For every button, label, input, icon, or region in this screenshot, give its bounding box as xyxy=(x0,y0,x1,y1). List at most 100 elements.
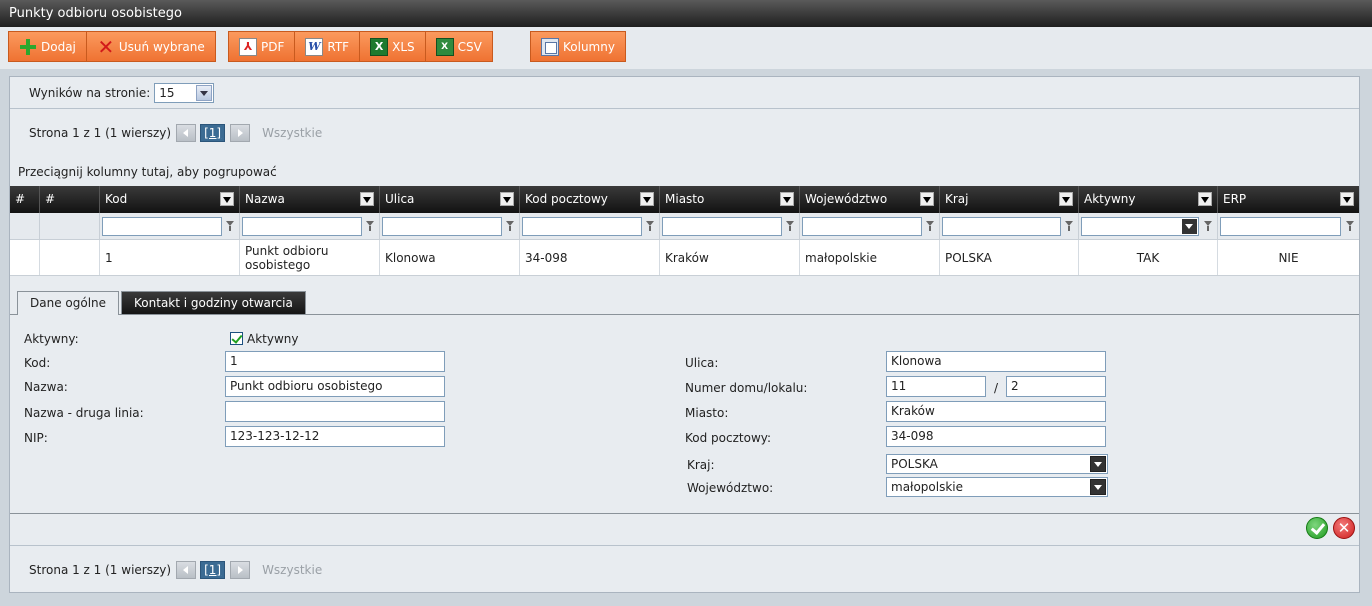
column-header-miasto[interactable]: Miasto xyxy=(660,186,800,213)
kod-field[interactable]: 1 xyxy=(225,351,445,372)
nazwa2-field[interactable] xyxy=(225,401,445,422)
column-header-ulica[interactable]: Ulica xyxy=(380,186,520,213)
column-menu-icon[interactable] xyxy=(1059,192,1073,206)
filter-cell-kod xyxy=(100,213,240,239)
filter-icon[interactable] xyxy=(366,221,375,232)
column-header-kod-pocztowy[interactable]: Kod pocztowy xyxy=(520,186,660,213)
filter-icon[interactable] xyxy=(1065,221,1074,232)
grid-panel: Wyników na stronie: 15 Strona 1 z 1 (1 w… xyxy=(9,76,1360,593)
miasto-field[interactable]: Kraków xyxy=(886,401,1106,422)
prev-page-button[interactable] xyxy=(176,561,197,579)
pager-info: Strona 1 z 1 (1 wierszy) xyxy=(29,126,172,140)
filter-icon[interactable] xyxy=(226,221,235,232)
add-button[interactable]: Dodaj xyxy=(9,32,87,61)
next-page-button[interactable] xyxy=(230,561,251,579)
filter-input-kod[interactable] xyxy=(102,217,222,236)
column-menu-icon[interactable] xyxy=(920,192,934,206)
filter-input-wojewodztwo[interactable] xyxy=(802,217,922,236)
aktywny-checkbox[interactable] xyxy=(230,332,243,345)
current-page-link[interactable]: [1] xyxy=(200,561,226,579)
pager-info: Strona 1 z 1 (1 wierszy) xyxy=(29,563,172,577)
wojewodztwo-select[interactable]: małopolskie xyxy=(886,477,1108,497)
filter-input-kod-pocztowy[interactable] xyxy=(522,217,642,236)
tab-contact[interactable]: Kontakt i godziny otwarcia xyxy=(121,291,306,314)
column-menu-icon[interactable] xyxy=(360,192,374,206)
ulica-field[interactable]: Klonowa xyxy=(886,351,1106,372)
delete-selected-label: Usuń wybrane xyxy=(118,39,205,54)
next-page-button[interactable] xyxy=(230,124,251,142)
export-xls-button[interactable]: X XLS xyxy=(360,32,426,61)
tab-general[interactable]: Dane ogólne xyxy=(17,291,120,315)
export-pdf-button[interactable]: ⅄ PDF xyxy=(229,32,296,61)
numer-lokalu-field[interactable]: 2 xyxy=(1006,376,1106,397)
filter-input-miasto[interactable] xyxy=(662,217,782,236)
delete-selected-button[interactable]: ✕ Usuń wybrane xyxy=(87,32,215,61)
table-row[interactable]: 1 Punkt odbioru osobistego Klonowa 34-09… xyxy=(10,240,1359,276)
column-menu-icon[interactable] xyxy=(1198,192,1212,206)
nazwa-field[interactable]: Punkt odbioru osobistego xyxy=(225,376,445,397)
chevron-down-icon xyxy=(1182,219,1197,234)
column-header-select: # xyxy=(10,186,40,213)
filter-input-kraj[interactable] xyxy=(942,217,1061,236)
cell-nazwa: Punkt odbioru osobistego xyxy=(240,240,380,275)
filter-input-ulica[interactable] xyxy=(382,217,502,236)
kraj-value: POLSKA xyxy=(891,457,938,471)
column-header-aktywny[interactable]: Aktywny xyxy=(1079,186,1218,213)
filter-cell-kraj xyxy=(940,213,1079,239)
cell-kraj: POLSKA xyxy=(940,240,1079,275)
column-menu-icon[interactable] xyxy=(500,192,514,206)
pdf-icon: ⅄ xyxy=(239,37,257,56)
filter-icon[interactable] xyxy=(646,221,655,232)
column-menu-icon[interactable] xyxy=(640,192,654,206)
kod-pocztowy-field[interactable]: 34-098 xyxy=(886,426,1106,447)
column-header-nazwa[interactable]: Nazwa xyxy=(240,186,380,213)
xls-icon: X xyxy=(370,37,389,56)
show-all-link[interactable]: Wszystkie xyxy=(262,126,322,140)
kraj-select[interactable]: POLSKA xyxy=(886,454,1108,474)
columns-button[interactable]: Kolumny xyxy=(531,32,625,61)
column-header-erp[interactable]: ERP xyxy=(1218,186,1359,213)
cancel-button[interactable]: ✕ xyxy=(1333,517,1355,539)
cell-select[interactable] xyxy=(10,240,40,275)
nip-field[interactable]: 123-123-12-12 xyxy=(225,426,445,447)
nip-label: NIP: xyxy=(24,431,48,445)
prev-page-button[interactable] xyxy=(176,124,197,142)
filter-cell-empty xyxy=(10,213,40,239)
toolbar-group-export: ⅄ PDF W RTF X XLS X CSV xyxy=(228,31,493,62)
export-csv-button[interactable]: X CSV xyxy=(426,32,492,61)
cell-number xyxy=(40,240,100,275)
filter-input-erp[interactable] xyxy=(1220,217,1341,236)
column-menu-icon[interactable] xyxy=(1340,192,1354,206)
column-header-kod[interactable]: Kod xyxy=(100,186,240,213)
filter-input-nazwa[interactable] xyxy=(242,217,362,236)
export-rtf-button[interactable]: W RTF xyxy=(295,32,361,61)
current-page-link[interactable]: [1] xyxy=(200,124,226,142)
pager-top: Strona 1 z 1 (1 wierszy) [1] Wszystkie xyxy=(29,124,322,142)
column-header-wojewodztwo[interactable]: Województwo xyxy=(800,186,940,213)
delete-icon: ✕ xyxy=(97,34,115,59)
filter-icon[interactable] xyxy=(1204,221,1213,232)
filter-icon[interactable] xyxy=(506,221,515,232)
aktywny-checkbox-label[interactable]: Aktywny xyxy=(247,332,299,346)
toolbar: Dodaj ✕ Usuń wybrane ⅄ PDF W RTF X XLS X… xyxy=(0,27,1372,69)
numer-domu-field[interactable]: 11 xyxy=(886,376,986,397)
detail-tabs: Dane ogólne Kontakt i godziny otwarcia xyxy=(17,291,308,315)
columns-label: Kolumny xyxy=(563,39,615,54)
kod-label: Kod: xyxy=(24,356,51,370)
filter-icon[interactable] xyxy=(1346,221,1355,232)
filter-select-aktywny[interactable] xyxy=(1081,217,1199,236)
kraj-label: Kraj: xyxy=(687,458,715,472)
group-drop-zone[interactable]: Przeciągnij kolumny tutaj, aby pogrupowa… xyxy=(18,165,277,179)
column-menu-icon[interactable] xyxy=(780,192,794,206)
export-xls-label: XLS xyxy=(392,39,415,54)
column-header-kraj[interactable]: Kraj xyxy=(940,186,1079,213)
filter-cell-aktywny xyxy=(1079,213,1218,239)
filter-icon[interactable] xyxy=(786,221,795,232)
show-all-link[interactable]: Wszystkie xyxy=(262,563,322,577)
filter-icon[interactable] xyxy=(926,221,935,232)
wojewodztwo-value: małopolskie xyxy=(891,480,964,494)
results-per-page-select[interactable]: 15 xyxy=(154,82,215,103)
column-menu-icon[interactable] xyxy=(220,192,234,206)
save-button[interactable] xyxy=(1306,517,1328,539)
kod-pocztowy-label: Kod pocztowy: xyxy=(685,431,772,445)
